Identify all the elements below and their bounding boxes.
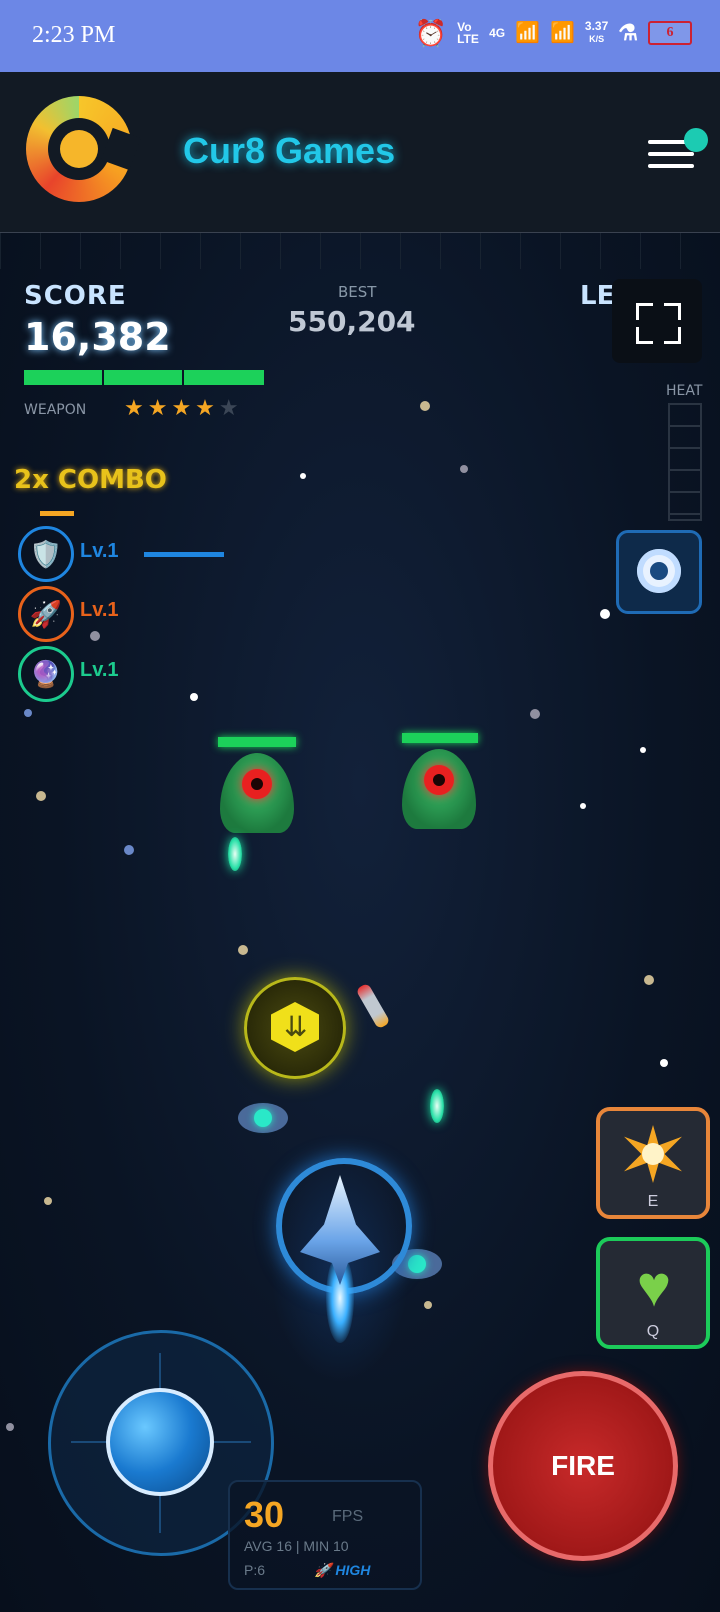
background-star	[420, 401, 430, 411]
background-star	[190, 693, 198, 701]
status-bar: 2:23 PM ⏰ Vo LTE 4G 📶 📶 3.37 K/S ⚗ 6	[0, 0, 720, 72]
notification-dot	[684, 128, 708, 152]
heart-icon: ♥	[636, 1254, 672, 1319]
quality-label: 🚀 HIGH	[314, 1562, 371, 1578]
bomb-key-label: E	[647, 1193, 659, 1210]
background-star	[44, 1197, 52, 1205]
background-star	[600, 609, 610, 619]
background-star	[460, 465, 468, 473]
enemy-alien	[220, 753, 294, 833]
heat-meter	[668, 403, 702, 521]
signal-icon: 📶	[515, 21, 540, 44]
background-star	[90, 631, 100, 641]
fps-p-label: P:6	[244, 1562, 266, 1578]
net-speed-value: 3.37	[584, 19, 609, 33]
enemy-health-bar	[402, 733, 478, 743]
heat-label: HEAT	[666, 383, 703, 399]
homing-missile	[355, 982, 391, 1030]
background-star	[24, 709, 32, 717]
net-speed: 3.37 K/S	[585, 20, 608, 45]
weapon-label: WEAPON	[24, 402, 87, 418]
heal-key-label: Q	[646, 1323, 660, 1340]
best-value: 550,204	[288, 305, 416, 338]
fps-label: FPS	[332, 1508, 364, 1525]
grid-strip	[0, 233, 720, 269]
background-star	[300, 473, 306, 479]
background-star	[424, 1301, 432, 1309]
battery-indicator: 6	[648, 20, 692, 45]
background-star	[640, 747, 646, 753]
powerup-icon	[271, 1002, 319, 1052]
flask-icon: ⚗	[618, 19, 638, 45]
fire-button[interactable]: FIRE	[488, 1371, 678, 1561]
fullscreen-icon	[636, 303, 653, 320]
status-time: 2:23 PM	[32, 22, 116, 48]
volte-label: Vo LTE	[457, 19, 479, 46]
shield-power-icon: 🛡️	[18, 526, 74, 582]
combo-indicator: 2x COMBO	[14, 465, 167, 495]
combo-timer-bar	[40, 511, 74, 516]
gear-icon	[637, 549, 681, 593]
net-speed-unit: K/S	[589, 34, 605, 44]
app-title: Cur8 Games	[183, 130, 396, 171]
wingman-drone	[238, 1095, 288, 1135]
enemy-alien	[402, 749, 476, 829]
shield-power-bar	[144, 552, 224, 557]
weapon-stars-on: ★★★★	[124, 395, 219, 420]
bomb-button[interactable]: E	[596, 1107, 710, 1219]
fps-avg-min: AVG 16 | MIN 10	[244, 1538, 349, 1554]
enemy-health-bar	[218, 737, 296, 747]
background-star	[36, 791, 46, 801]
orb-power-level: Lv.1	[80, 659, 119, 681]
app-bar: Cur8 Games	[0, 72, 720, 233]
signal-icon-2: 📶	[550, 21, 575, 44]
joystick-knob[interactable]	[106, 1388, 214, 1496]
fullscreen-button[interactable]	[612, 279, 702, 363]
score-value: 16,382	[24, 315, 171, 359]
hamburger-menu-icon[interactable]	[648, 128, 708, 172]
cur8-logo-icon[interactable]	[26, 96, 141, 202]
orb-power-icon: 🔮	[18, 646, 74, 702]
background-star	[580, 803, 586, 809]
background-star	[660, 1059, 668, 1067]
alarm-icon: ⏰	[414, 17, 448, 48]
fps-value: 30	[244, 1494, 285, 1535]
weapon-stars-off: ★	[218, 395, 243, 420]
settings-button[interactable]	[616, 530, 702, 614]
score-label: SCORE	[24, 281, 127, 311]
quality-value: HIGH	[335, 1562, 371, 1578]
status-icons: ⏰ Vo LTE 4G 📶 📶 3.37 K/S ⚗ 6	[414, 17, 692, 48]
explosion-icon	[624, 1125, 682, 1183]
weapon-stars: ★★★★★	[124, 395, 243, 421]
heal-button[interactable]: ♥ Q	[596, 1237, 710, 1349]
game-canvas[interactable]: SCORE 16,382 BEST 550,204 LEVEL 2 WEAPON…	[0, 233, 720, 1612]
background-star	[124, 845, 134, 855]
rocket-power-level: Lv.1	[80, 599, 119, 621]
fps-panel: 30 FPS AVG 16 | MIN 10 P:6 🚀 HIGH	[228, 1480, 422, 1590]
shield-power-level: Lv.1	[80, 540, 119, 562]
health-bar	[24, 370, 264, 385]
signal-4g-label: 4G	[489, 25, 506, 40]
player-bullet	[430, 1089, 444, 1123]
background-star	[644, 975, 654, 985]
rocket-power-icon: 🚀	[18, 586, 74, 642]
background-star	[530, 709, 540, 719]
best-label: BEST	[338, 283, 377, 301]
background-star	[6, 1423, 14, 1431]
player-bullet	[228, 837, 242, 871]
background-star	[238, 945, 248, 955]
fire-label: FIRE	[551, 1450, 615, 1481]
powerup-pickup	[244, 977, 346, 1079]
